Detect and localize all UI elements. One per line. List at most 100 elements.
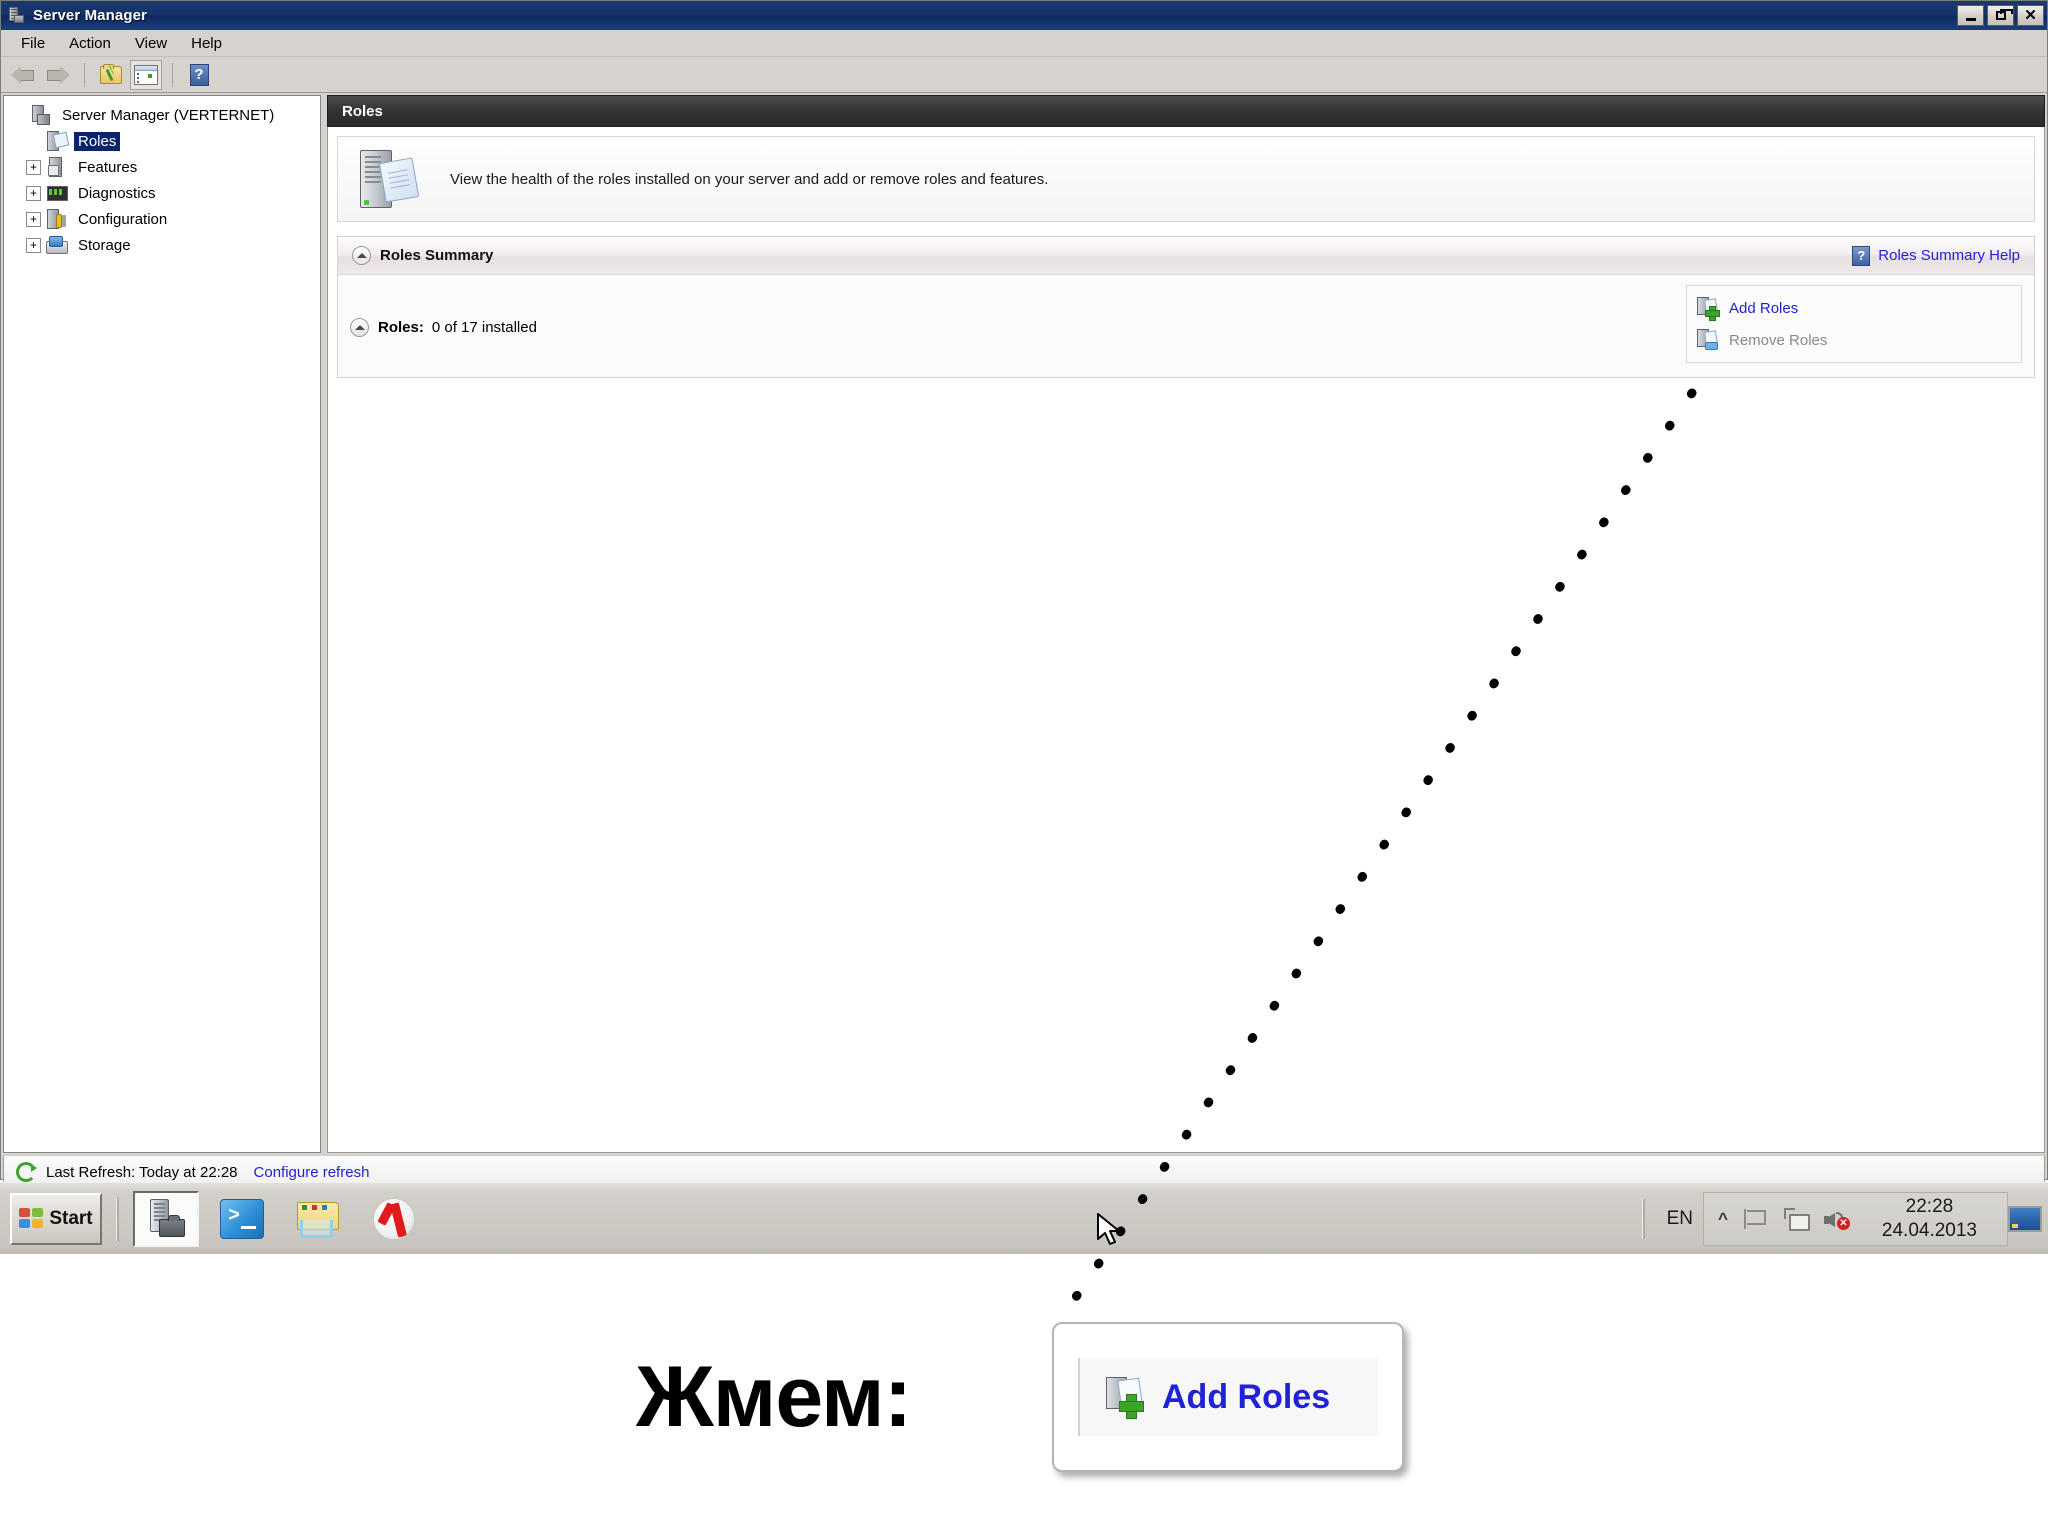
- server-icon: [30, 105, 52, 125]
- roles-summary-body: Roles: 0 of 17 installed Add Roles Remov…: [338, 275, 2034, 377]
- toolbar-separator-2: [172, 62, 173, 87]
- roles-icon: [46, 131, 68, 151]
- taskbar-explorer[interactable]: [285, 1191, 351, 1247]
- start-label: Start: [49, 1207, 93, 1229]
- roles-count-row: Roles: 0 of 17 installed: [350, 285, 537, 363]
- question-mark-icon: ?: [189, 63, 209, 86]
- server-manager-window: Server Manager ✕ File Action View Help ?: [0, 0, 2048, 1215]
- menu-item-help[interactable]: Help: [179, 32, 234, 55]
- server-manager-icon: [145, 1198, 187, 1239]
- network-icon[interactable]: [1783, 1207, 1810, 1231]
- storage-icon: [46, 235, 68, 255]
- show-hide-console-tree-button[interactable]: [95, 60, 127, 90]
- help-icon: ?: [1852, 245, 1871, 266]
- window-title: Server Manager: [33, 7, 147, 24]
- roles-label: Roles:: [378, 318, 424, 336]
- tray-divider: [1641, 1198, 1645, 1239]
- tree-item-roles[interactable]: Roles: [26, 128, 320, 154]
- tree-item-label: Diagnostics: [78, 184, 156, 202]
- show-hidden-icons-icon[interactable]: ^: [1718, 1209, 1728, 1229]
- taskbar-powershell[interactable]: [209, 1191, 275, 1247]
- language-indicator[interactable]: EN: [1657, 1208, 1703, 1230]
- minimize-button[interactable]: [1957, 5, 1984, 26]
- close-button[interactable]: ✕: [2017, 5, 2044, 26]
- menu-bar: File Action View Help: [1, 30, 2047, 57]
- roles-summary-help-link[interactable]: Roles Summary Help: [1878, 247, 2020, 264]
- taskbar: Start EN ^ ✕ 22:28 24.04.2013: [0, 1182, 2048, 1254]
- show-desktop-button[interactable]: [2008, 1205, 2042, 1232]
- tree-item-label: Roles: [74, 131, 121, 151]
- section-header-actions: ? Roles Summary Help: [1852, 245, 2020, 266]
- refresh-icon: [16, 1162, 37, 1182]
- annotation-text: Жмем:: [636, 1349, 912, 1445]
- tree-item-configuration[interactable]: + Configuration: [26, 206, 320, 232]
- start-button[interactable]: Start: [10, 1192, 102, 1245]
- forward-button[interactable]: [42, 60, 74, 90]
- expand-icon[interactable]: +: [26, 211, 41, 227]
- remove-roles-action[interactable]: Remove Roles: [1697, 324, 2007, 356]
- chevron-up-icon: [356, 253, 367, 258]
- clock-date: 24.04.2013: [1881, 1219, 1977, 1241]
- tree-item-storage[interactable]: + Storage: [26, 232, 320, 258]
- expand-icon[interactable]: +: [26, 237, 41, 253]
- add-roles-icon: [1106, 1377, 1148, 1419]
- help-button[interactable]: ?: [183, 60, 215, 90]
- taskbar-divider: [116, 1196, 119, 1241]
- powershell-icon: [220, 1198, 264, 1239]
- tree-item-label: Features: [78, 158, 138, 176]
- tree-item-diagnostics[interactable]: + Diagnostics: [26, 180, 320, 206]
- clock[interactable]: 22:28 24.04.2013: [1866, 1195, 1993, 1243]
- configure-refresh-link[interactable]: Configure refresh: [254, 1164, 370, 1181]
- menu-item-action[interactable]: Action: [57, 32, 123, 55]
- windows-explorer-icon: [295, 1200, 341, 1238]
- menu-item-file[interactable]: File: [9, 32, 57, 55]
- diagnostics-icon: [46, 183, 68, 203]
- intro-box: View the health of the roles installed o…: [337, 136, 2035, 222]
- title-bar: Server Manager ✕: [1, 1, 2047, 30]
- menu-item-view[interactable]: View: [123, 32, 179, 55]
- restore-button[interactable]: [1987, 5, 2014, 26]
- arrow-right-icon: [46, 65, 70, 84]
- tree-item-label: Storage: [78, 236, 131, 254]
- windows-logo-icon: [19, 1207, 44, 1230]
- folder-up-icon: [100, 63, 122, 84]
- window-controls: ✕: [1957, 5, 2044, 26]
- section-title: Roles Summary: [380, 247, 494, 264]
- content-pane: Roles View the health of the roles insta…: [327, 95, 2045, 1153]
- yandex-browser-icon: [373, 1197, 415, 1240]
- add-roles-link[interactable]: Add Roles: [1729, 300, 1798, 317]
- remove-roles-link[interactable]: Remove Roles: [1729, 332, 1827, 349]
- roles-summary-header: Roles Summary ? Roles Summary Help: [338, 237, 2034, 275]
- taskbar-server-manager[interactable]: [133, 1190, 199, 1247]
- features-icon: [46, 157, 68, 177]
- collapse-roles-button[interactable]: [350, 317, 369, 337]
- roles-actions-box: Add Roles Remove Roles: [1686, 285, 2022, 363]
- collapse-section-button[interactable]: [352, 246, 371, 265]
- annotation-callout-inner: Add Roles: [1078, 1358, 1378, 1436]
- content-scroll-area: View the health of the roles installed o…: [327, 127, 2045, 1153]
- tree-item-label: Configuration: [78, 210, 168, 228]
- annotation-callout-box: Add Roles: [1052, 1322, 1404, 1472]
- server-tag-icon: [356, 148, 426, 210]
- tree-item-features[interactable]: + Features: [26, 154, 320, 180]
- server-manager-icon: [8, 6, 26, 25]
- add-roles-action[interactable]: Add Roles: [1697, 292, 2007, 324]
- remove-roles-icon: [1697, 329, 1721, 351]
- chevron-up-icon: [354, 324, 365, 330]
- flag-action-center-icon[interactable]: [1743, 1208, 1768, 1229]
- properties-button[interactable]: [130, 59, 162, 90]
- clock-time: 22:28: [1905, 1195, 1954, 1217]
- tray-icons-box: ^ ✕ 22:28 24.04.2013: [1702, 1191, 2008, 1246]
- tree-item-server-manager[interactable]: Server Manager (VERTERNET): [10, 102, 320, 128]
- expand-icon[interactable]: +: [26, 185, 41, 201]
- roles-installed-count: 0 of 17 installed: [431, 318, 537, 336]
- last-refresh-text: Last Refresh: Today at 22:28: [46, 1163, 238, 1181]
- annotation-callout-label: Add Roles: [1162, 1377, 1331, 1416]
- volume-muted-icon[interactable]: ✕: [1823, 1208, 1850, 1230]
- window-body: Server Manager (VERTERNET) Roles + Featu…: [1, 93, 2047, 1155]
- taskbar-yandex-browser[interactable]: [361, 1191, 427, 1247]
- toolbar-separator: [84, 62, 85, 87]
- expand-icon[interactable]: +: [26, 159, 41, 175]
- back-button[interactable]: [7, 60, 39, 90]
- arrow-left-icon: [11, 65, 35, 84]
